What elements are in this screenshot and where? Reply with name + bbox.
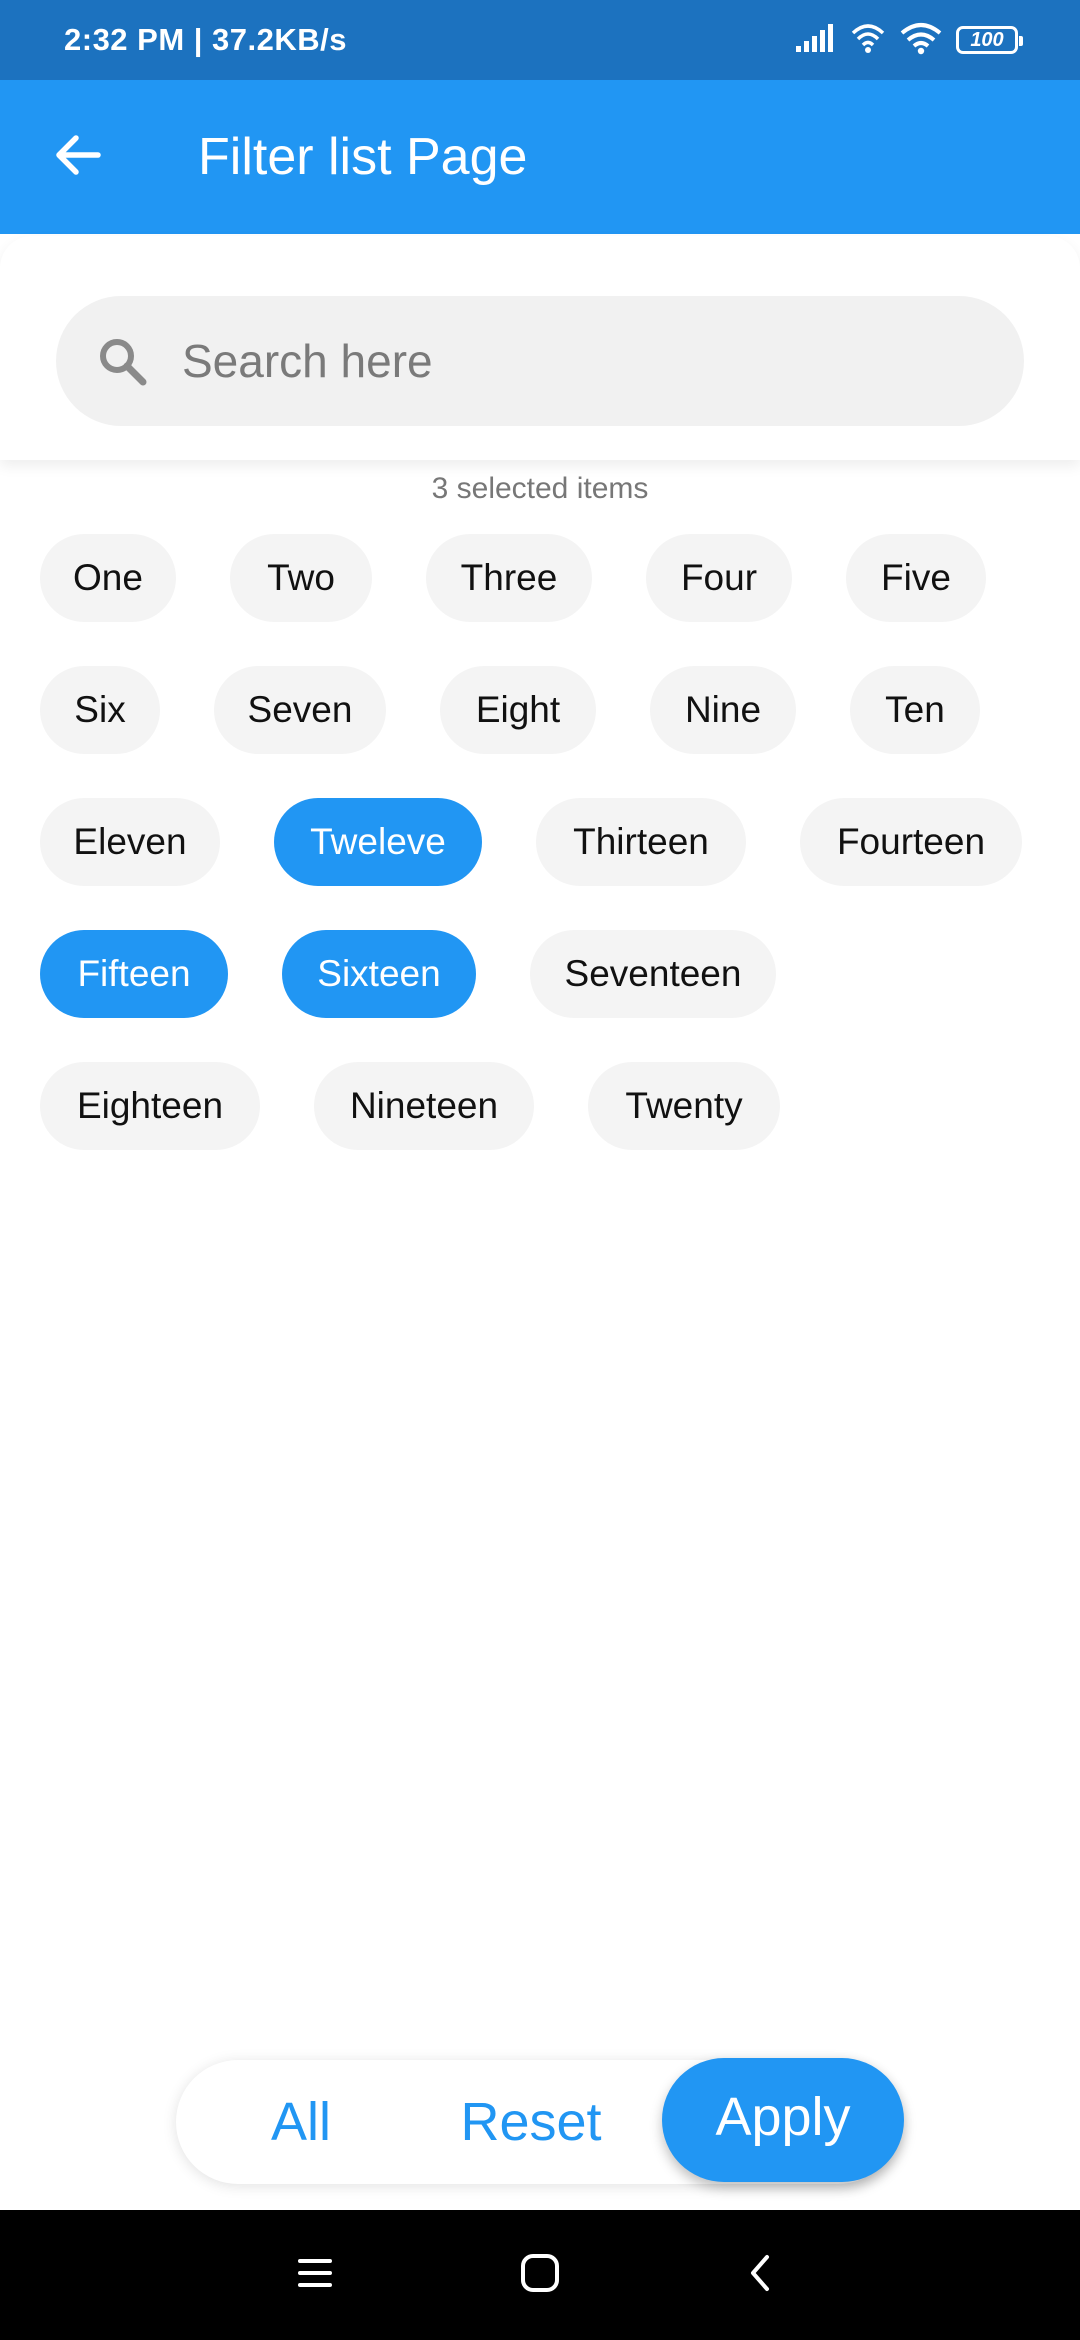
all-button[interactable]: All (216, 2060, 386, 2184)
status-bar: 2:32 PM | 37.2KB/s 100 (0, 0, 1080, 80)
chip-seventeen[interactable]: Seventeen (530, 930, 776, 1018)
chip-eleven[interactable]: Eleven (40, 798, 220, 886)
reset-button[interactable]: Reset (426, 2060, 636, 2184)
apply-button[interactable]: Apply (662, 2058, 904, 2182)
back-nav-button[interactable] (730, 2245, 790, 2305)
wifi-icon (900, 21, 942, 60)
chip-nineteen[interactable]: Nineteen (314, 1062, 534, 1150)
search-panel (0, 236, 1080, 460)
battery-icon: 100 (956, 26, 1023, 54)
app-bar: Filter list Page (0, 80, 1080, 234)
chip-fifteen[interactable]: Fifteen (40, 930, 228, 1018)
search-icon (92, 331, 152, 391)
search-input[interactable] (182, 334, 942, 388)
chip-eighteen[interactable]: Eighteen (40, 1062, 260, 1150)
chip-seven[interactable]: Seven (214, 666, 386, 754)
arrow-left-icon (54, 134, 102, 181)
chip-twenty[interactable]: Twenty (588, 1062, 780, 1150)
hotspot-icon (850, 21, 886, 60)
chip-sixteen[interactable]: Sixteen (282, 930, 476, 1018)
search-box[interactable] (56, 296, 1024, 426)
status-time-speed: 2:32 PM | 37.2KB/s (64, 22, 348, 57)
chip-fourteen[interactable]: Fourteen (800, 798, 1022, 886)
system-nav-bar (0, 2210, 1080, 2340)
chip-two[interactable]: Two (230, 534, 372, 622)
chip-eight[interactable]: Eight (440, 666, 596, 754)
chip-ten[interactable]: Ten (850, 666, 980, 754)
chip-thirteen[interactable]: Thirteen (536, 798, 746, 886)
back-button[interactable] (38, 117, 118, 197)
chip-five[interactable]: Five (846, 534, 986, 622)
chip-three[interactable]: Three (426, 534, 592, 622)
chip-tweleve[interactable]: Tweleve (274, 798, 482, 886)
page-title: Filter list Page (198, 128, 528, 186)
selected-count: 3 selected items (431, 472, 649, 505)
home-icon (520, 2253, 560, 2298)
status-icons: 100 (796, 21, 1023, 60)
menu-icon (297, 2257, 333, 2294)
chip-four[interactable]: Four (646, 534, 792, 622)
chip-six[interactable]: Six (40, 666, 160, 754)
chip-one[interactable]: One (40, 534, 176, 622)
home-button[interactable] (510, 2245, 570, 2305)
signal-icon (796, 23, 836, 57)
menu-button[interactable] (285, 2245, 345, 2305)
chip-nine[interactable]: Nine (650, 666, 796, 754)
chevron-left-icon (747, 2253, 773, 2298)
